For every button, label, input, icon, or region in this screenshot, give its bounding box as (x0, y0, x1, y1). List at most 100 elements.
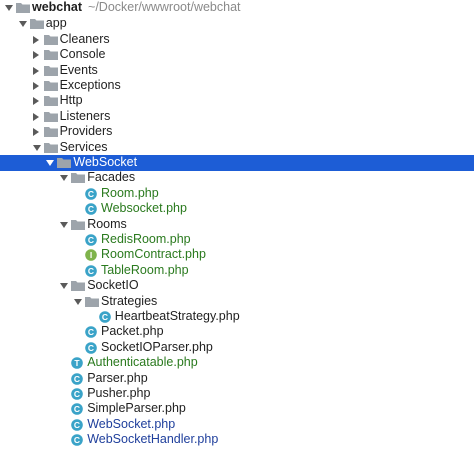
tree-item-label: Services (59, 139, 108, 154)
tree-item-label: Exceptions (59, 78, 121, 92)
tree-item-label: Facades (87, 170, 136, 185)
tree-item-label: Parser.php (87, 370, 148, 385)
tree-item-label: Events (59, 62, 98, 77)
tree-item-room-php[interactable]: C Room.php (0, 186, 474, 202)
root-path: ~/Docker/wwwroot/webchat (88, 0, 241, 14)
tree-item-websocket-php[interactable]: C WebSocket.php (0, 417, 474, 433)
tree-item-label: HeartbeatStrategy.php (114, 309, 240, 323)
tree-item-rooms[interactable]: Rooms (0, 217, 474, 233)
svg-text:C: C (88, 266, 94, 276)
tree-item-label: SocketIO (87, 278, 139, 293)
tree-item-websocket[interactable]: WebSocket (0, 155, 474, 171)
php-class-icon: C (70, 432, 86, 448)
chevron-down-icon[interactable] (59, 170, 69, 186)
tree-item-websocket-php[interactable]: C Websocket.php (0, 201, 474, 217)
folder-icon (29, 16, 45, 32)
tree-item-cleaners[interactable]: Cleaners (0, 32, 474, 48)
tree-item-pusher-php[interactable]: C Pusher.php (0, 386, 474, 402)
chevron-right-icon[interactable] (32, 47, 42, 63)
svg-text:C: C (74, 374, 80, 384)
tree-item-label: Providers (59, 124, 113, 139)
tree-item-heartbeatstrategy-php[interactable]: C HeartbeatStrategy.php (0, 309, 474, 325)
root-label: webchat (32, 0, 83, 14)
tree-item-events[interactable]: Events (0, 63, 474, 79)
php-class-icon: C (84, 201, 100, 217)
folder-icon (15, 0, 31, 16)
php-class-icon: C (84, 186, 100, 202)
tree-item-label: Authenticatable.php (87, 355, 198, 370)
php-class-icon: C (70, 386, 86, 402)
svg-text:C: C (88, 189, 94, 199)
php-class-icon: C (70, 417, 86, 433)
tree-item-label: SocketIOParser.php (101, 339, 213, 354)
tree-item-label: RedisRoom.php (101, 232, 191, 246)
chevron-down-icon[interactable] (4, 0, 14, 16)
tree-item-simpleparser-php[interactable]: C SimpleParser.php (0, 401, 474, 417)
svg-text:C: C (88, 235, 94, 245)
php-class-icon: C (98, 309, 114, 325)
project-tree: webchat ~/Docker/wwwroot/webchat app Clean… (0, 0, 474, 455)
tree-item-services[interactable]: Services (0, 140, 474, 156)
chevron-right-icon[interactable] (32, 63, 42, 79)
tree-item-label: Console (59, 47, 106, 62)
folder-icon (43, 78, 59, 94)
svg-text:T: T (75, 358, 81, 368)
folder-icon (70, 170, 86, 186)
php-class-icon: C (84, 340, 100, 356)
tree-item-packet-php[interactable]: C Packet.php (0, 324, 474, 340)
tree-item-app[interactable]: app (0, 16, 474, 32)
php-class-icon: C (84, 232, 100, 248)
tree-item-listeners[interactable]: Listeners (0, 109, 474, 125)
chevron-right-icon[interactable] (32, 109, 42, 125)
tree-item-exceptions[interactable]: Exceptions (0, 78, 474, 94)
tree-item-authenticatable-php[interactable]: T Authenticatable.php (0, 355, 474, 371)
php-class-icon: C (84, 324, 100, 340)
chevron-right-icon[interactable] (32, 78, 42, 94)
chevron-down-icon[interactable] (59, 217, 69, 233)
tree-item-console[interactable]: Console (0, 47, 474, 63)
tree-item-label: Cleaners (59, 31, 110, 46)
php-trait-icon: T (70, 355, 86, 371)
tree-item-redisroom-php[interactable]: C RedisRoom.php (0, 232, 474, 248)
tree-item-websockethandler-php[interactable]: C WebSocketHandler.php (0, 432, 474, 448)
folder-icon (43, 124, 59, 140)
tree-item-label: Packet.php (101, 324, 164, 339)
tree-item-label: Rooms (87, 216, 127, 231)
svg-text:C: C (74, 389, 80, 399)
folder-icon (43, 93, 59, 109)
tree-item-roomcontract-php[interactable]: I RoomContract.php (0, 247, 474, 263)
chevron-right-icon[interactable] (32, 32, 42, 48)
folder-icon (43, 32, 59, 48)
tree-item-label: Strategies (101, 293, 158, 308)
chevron-down-icon[interactable] (45, 155, 55, 171)
tree-item-facades[interactable]: Facades (0, 170, 474, 186)
svg-text:C: C (88, 328, 94, 338)
svg-text:I: I (90, 251, 92, 261)
svg-text:C: C (74, 405, 80, 415)
folder-icon (70, 278, 86, 294)
tree-item-socketioparser-php[interactable]: C SocketIOParser.php (0, 340, 474, 356)
tree-item-providers[interactable]: Providers (0, 124, 474, 140)
php-class-icon: C (70, 371, 86, 387)
tree-item-socketio[interactable]: SocketIO (0, 278, 474, 294)
tree-item-label: WebSocketHandler.php (87, 432, 219, 447)
tree-item-tableroom-php[interactable]: C TableRoom.php (0, 263, 474, 279)
tree-item-label: SimpleParser.php (87, 401, 186, 416)
chevron-down-icon[interactable] (32, 140, 42, 156)
chevron-right-icon[interactable] (32, 93, 42, 109)
tree-item-http[interactable]: Http (0, 93, 474, 109)
chevron-down-icon[interactable] (59, 278, 69, 294)
chevron-right-icon[interactable] (32, 124, 42, 140)
tree-item-label: Http (59, 93, 83, 108)
folder-icon (43, 63, 59, 79)
folder-icon (43, 140, 59, 156)
chevron-down-icon[interactable] (18, 16, 28, 32)
chevron-down-icon[interactable] (73, 294, 83, 310)
tree-item-strategies[interactable]: Strategies (0, 294, 474, 310)
tree-root-webchat[interactable]: webchat ~/Docker/wwwroot/webchat (0, 0, 474, 16)
svg-text:C: C (102, 312, 108, 322)
tree-item-parser-php[interactable]: C Parser.php (0, 371, 474, 387)
tree-item-label: app (45, 16, 67, 31)
tree-item-label: Pusher.php (87, 386, 151, 400)
folder-icon (84, 294, 100, 310)
